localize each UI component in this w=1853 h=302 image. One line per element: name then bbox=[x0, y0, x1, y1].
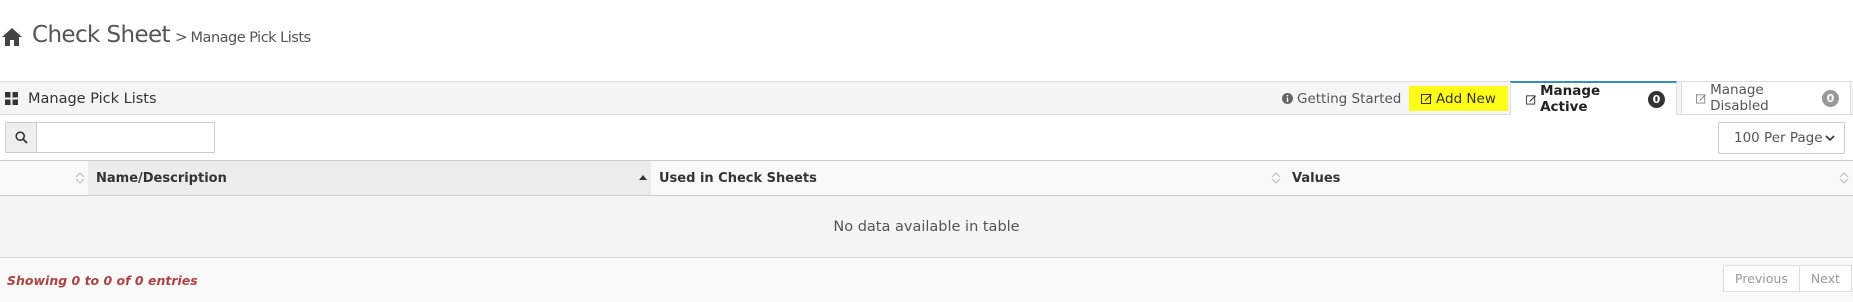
table-info: Showing 0 to 0 of 0 entries bbox=[7, 273, 198, 288]
table-empty-row: No data available in table bbox=[0, 196, 1853, 258]
info-circle-icon bbox=[1282, 93, 1293, 104]
tab-label: Add New bbox=[1436, 90, 1496, 107]
sort-icon bbox=[1271, 172, 1281, 184]
home-icon[interactable] bbox=[1, 27, 23, 47]
search-group bbox=[5, 122, 215, 153]
empty-message: No data available in table bbox=[833, 218, 1020, 235]
panel-heading: Manage Pick Lists Getting Started Add Ne… bbox=[0, 81, 1853, 115]
sort-ascending-icon bbox=[639, 175, 647, 180]
edit-icon bbox=[1526, 94, 1536, 105]
column-header-select[interactable] bbox=[0, 161, 88, 195]
column-header-values[interactable]: Values bbox=[1284, 161, 1853, 195]
breadcrumb-current: Manage Pick Lists bbox=[190, 30, 312, 46]
panel-title-label: Manage Pick Lists bbox=[28, 90, 157, 107]
grid-icon bbox=[5, 92, 18, 105]
edit-icon bbox=[1421, 94, 1432, 104]
page-title: Check Sheet bbox=[32, 22, 171, 48]
tab-add-new[interactable]: Add New bbox=[1409, 86, 1508, 111]
count-badge: 0 bbox=[1648, 90, 1665, 108]
per-page-select[interactable]: 100 Per Page bbox=[1718, 122, 1845, 154]
edit-icon bbox=[1696, 93, 1706, 104]
per-page-value: 100 Per Page bbox=[1734, 130, 1823, 146]
next-button[interactable]: Next bbox=[1799, 265, 1852, 292]
table-footer: Showing 0 to 0 of 0 entries bbox=[0, 258, 1853, 302]
breadcrumb-separator: > bbox=[174, 28, 188, 46]
column-header-used[interactable]: Used in Check Sheets bbox=[651, 161, 1284, 195]
sort-icon bbox=[1839, 172, 1849, 184]
search-input[interactable] bbox=[37, 122, 215, 153]
column-header-name[interactable]: Name/Description bbox=[88, 161, 651, 195]
count-badge: 0 bbox=[1822, 89, 1839, 107]
search-button[interactable] bbox=[5, 122, 37, 153]
pagination: Previous Next bbox=[1723, 265, 1852, 292]
tab-getting-started[interactable]: Getting Started bbox=[1271, 82, 1412, 115]
tab-manage-active[interactable]: Manage Active 0 bbox=[1510, 81, 1677, 115]
previous-button[interactable]: Previous bbox=[1723, 265, 1800, 292]
chevron-down-icon bbox=[1825, 135, 1835, 142]
tab-label: Getting Started bbox=[1297, 90, 1402, 107]
tab-manage-disabled[interactable]: Manage Disabled 0 bbox=[1681, 81, 1851, 115]
tab-label: Manage Disabled bbox=[1710, 82, 1769, 114]
search-icon bbox=[14, 131, 28, 144]
sort-icon bbox=[75, 172, 85, 184]
tab-label: Manage Active bbox=[1540, 83, 1601, 115]
page-header: Check Sheet > Manage Pick Lists bbox=[0, 22, 311, 52]
table-header: Name/Description Used in Check Sheets Va… bbox=[0, 160, 1853, 196]
panel-title: Manage Pick Lists bbox=[5, 82, 157, 115]
